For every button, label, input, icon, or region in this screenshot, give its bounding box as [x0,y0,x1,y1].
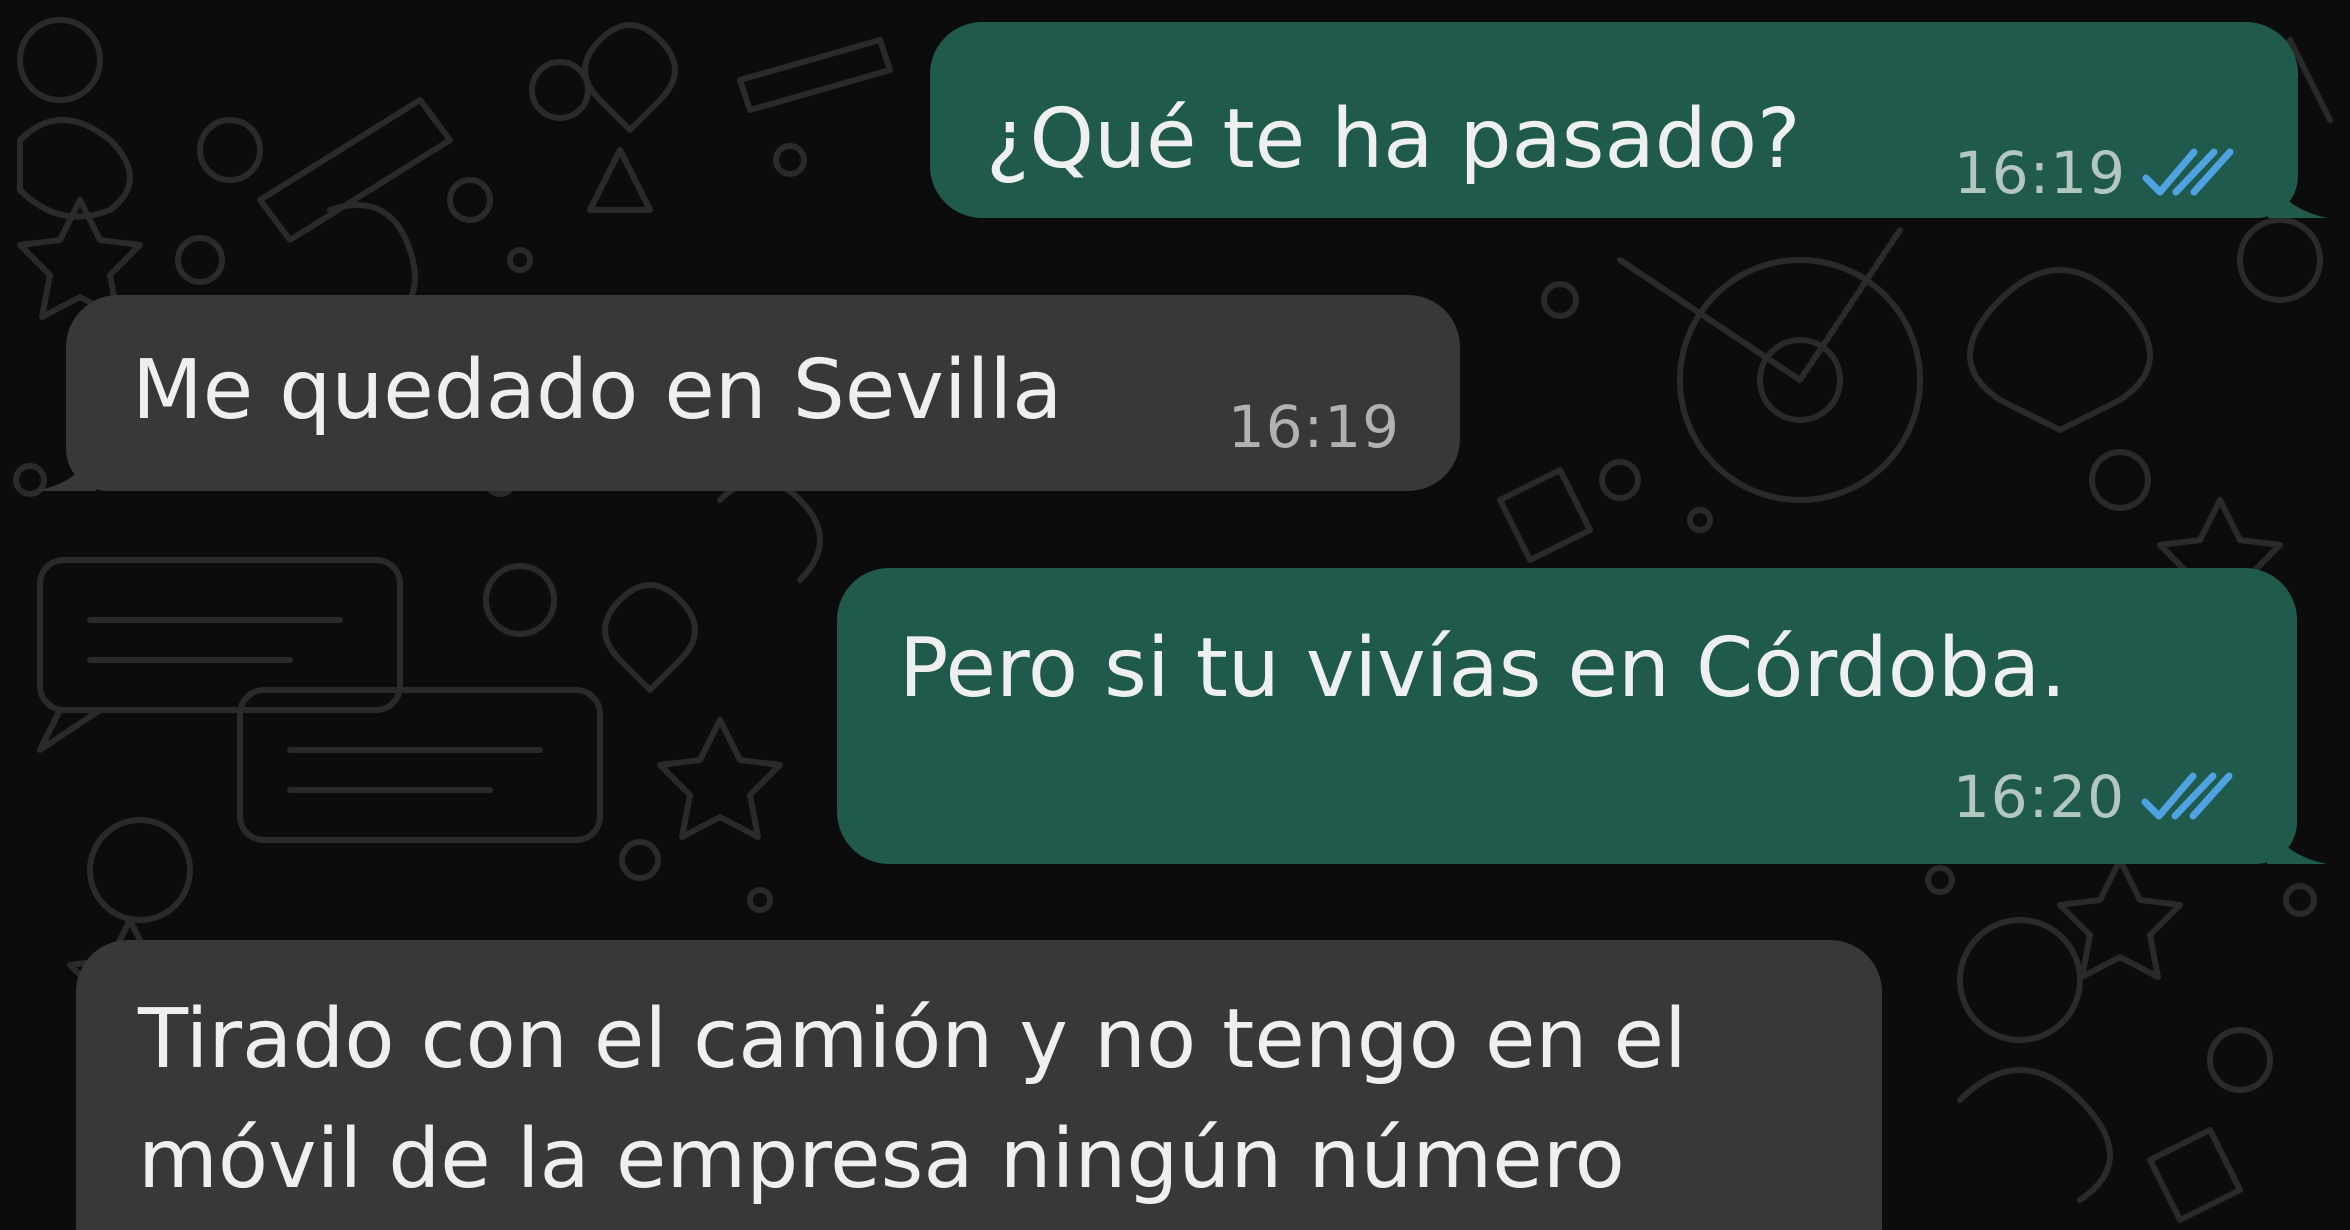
message-time: 16:19 [1953,139,2126,207]
bubble-tail [2267,814,2327,864]
message-meta: 16:19 [1954,140,2234,206]
incoming-message[interactable]: Me quedado en Sevilla 16:19 [36,295,1460,491]
message-text-line: móvil de la empresa ningún número [138,1112,1625,1207]
outgoing-message[interactable]: ¿Qué te ha pasado? 16:19 [930,22,2328,218]
chat-view: ¿Qué te ha pasado? 16:19 Me quedado en S… [0,0,2350,1230]
message-text: Pero si tu vivías en Córdoba. [899,621,2067,716]
double-check-read-icon [2141,772,2233,820]
message-meta: 16:19 [1228,394,1400,460]
outgoing-message[interactable]: Pero si tu vivías en Córdoba. 16:20 [837,568,2327,864]
incoming-message[interactable]: Tirado con el camión y no tengo en el mó… [76,940,1882,1230]
message-text: Tirado con el camión y no tengo en el mó… [138,980,1878,1220]
bubble-tail [36,441,96,491]
message-text-line: Tirado con el camión y no tengo en el [138,992,1687,1087]
message-text: Me quedado en Sevilla [132,343,1063,438]
message-meta: 16:20 [1953,764,2233,830]
message-text: ¿Qué te ha pasado? [986,92,1801,187]
message-time: 16:20 [1952,763,2125,831]
message-time: 16:19 [1227,393,1400,461]
bubble-tail [2268,168,2328,218]
double-check-read-icon [2142,148,2234,196]
